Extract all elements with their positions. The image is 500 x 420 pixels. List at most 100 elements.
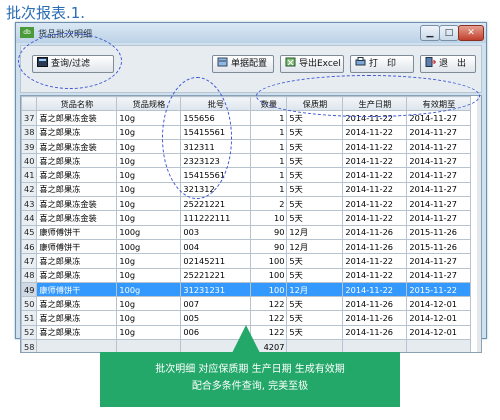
row-number-cell[interactable]: 39 — [21, 138, 38, 155]
table-cell[interactable]: 2014-11-22 — [342, 196, 408, 212]
table-cell[interactable]: 31231231 — [180, 281, 252, 298]
table-cell[interactable]: 5天 — [286, 138, 344, 155]
table-cell[interactable]: 5天 — [286, 167, 344, 183]
table-cell[interactable]: 5天 — [286, 124, 344, 140]
table-cell[interactable]: 1 — [250, 124, 288, 140]
table-cell[interactable]: 喜之郎果冻 — [36, 181, 118, 198]
table-cell[interactable]: 2014-11-22 — [342, 124, 408, 140]
table-cell[interactable]: 康师傅饼干 — [36, 281, 118, 298]
table-cell[interactable]: 100g — [116, 224, 182, 240]
table-cell[interactable]: 5天 — [286, 210, 344, 226]
table-cell[interactable]: 1 — [250, 138, 288, 155]
table-cell[interactable]: 5天 — [286, 310, 344, 326]
table-cell[interactable]: 122 — [250, 296, 288, 312]
table-cell[interactable]: 5天 — [286, 253, 344, 269]
column-header[interactable] — [21, 96, 38, 112]
table-row[interactable]: 43 喜之郎果冻金装 10g 25221221 2 5天 2014-11-22 2014-11… — [21, 196, 472, 212]
table-cell[interactable]: 10 — [250, 210, 288, 226]
table-cell[interactable]: 2014-12-01 — [406, 310, 472, 326]
table-cell[interactable]: 10g — [116, 210, 182, 226]
row-number-cell[interactable]: 51 — [21, 310, 38, 326]
maximize-button[interactable]: □ — [439, 25, 459, 41]
row-number-cell[interactable]: 52 — [21, 324, 38, 341]
column-header[interactable]: 货品名称 — [36, 96, 118, 112]
table-cell[interactable]: 喜之郎果冻 — [36, 310, 118, 326]
table-cell[interactable]: 111222111 — [180, 210, 252, 226]
table-cell[interactable]: 25221221 — [180, 267, 252, 283]
table-row[interactable]: 51 喜之郎果冻 10g 005 122 5天 2014-11-26 2014-12-01 — [21, 310, 472, 326]
table-cell[interactable]: 喜之郎果冻金装 — [36, 196, 118, 212]
table-cell[interactable]: 90 — [250, 224, 288, 240]
table-cell[interactable]: 2014-11-22 — [342, 138, 408, 155]
table-cell[interactable]: 1 — [250, 167, 288, 183]
row-number-cell[interactable]: 40 — [21, 153, 38, 169]
table-cell[interactable]: 2015-11-26 — [406, 224, 472, 240]
table-cell[interactable]: 5天 — [286, 196, 344, 212]
table-cell[interactable]: 2014-11-26 — [342, 238, 408, 255]
row-number-cell[interactable]: 46 — [21, 238, 38, 255]
table-cell[interactable]: 2014-11-26 — [342, 224, 408, 240]
export-excel-button[interactable]: 导出Excel — [280, 55, 344, 73]
table-cell[interactable]: 2015-11-22 — [406, 281, 472, 298]
row-number-cell[interactable]: 43 — [21, 196, 38, 212]
table-cell[interactable]: 5天 — [286, 324, 344, 341]
table-cell[interactable]: 100 — [250, 253, 288, 269]
row-number-cell[interactable]: 47 — [21, 253, 38, 269]
table-cell[interactable]: 2014-11-27 — [406, 210, 472, 226]
table-row[interactable]: 48 喜之郎果冻 10g 25221221 100 5天 2014-11-22 2014-11… — [21, 267, 472, 283]
table-cell[interactable]: 2014-11-27 — [406, 196, 472, 212]
table-cell[interactable]: 007 — [180, 296, 252, 312]
table-cell[interactable]: 2014-11-27 — [406, 153, 472, 169]
table-cell[interactable]: 喜之郎果冻 — [36, 253, 118, 269]
table-cell[interactable]: 喜之郎果冻 — [36, 267, 118, 283]
table-cell[interactable]: 10g — [116, 296, 182, 312]
row-number-cell[interactable]: 37 — [21, 110, 38, 126]
row-number-cell[interactable]: 45 — [21, 224, 38, 240]
table-cell[interactable]: 2014-11-26 — [342, 324, 408, 341]
table-cell[interactable]: 2014-11-22 — [342, 153, 408, 169]
table-row[interactable]: 38 喜之郎果冻 10g 15415561 1 5天 2014-11-22 2014-11-2… — [21, 124, 472, 140]
table-cell[interactable]: 1 — [250, 110, 288, 126]
table-cell[interactable]: 10g — [116, 181, 182, 198]
table-cell[interactable]: 喜之郎果冻 — [36, 153, 118, 169]
table-cell[interactable]: 1 — [250, 153, 288, 169]
table-cell[interactable]: 12月 — [286, 224, 344, 240]
row-number-cell[interactable]: 44 — [21, 210, 38, 226]
config-button[interactable]: 单据配置 — [212, 55, 274, 73]
table-row[interactable]: 50 喜之郎果冻 10g 007 122 5天 2014-11-26 2014-12-01 — [21, 296, 472, 312]
table-cell[interactable]: 10g — [116, 310, 182, 326]
table-row[interactable]: 49 康师傅饼干 100g 31231231 100 12月 2014-11-22 2015-… — [21, 281, 472, 298]
table-cell[interactable]: 12月 — [286, 238, 344, 255]
table-cell[interactable]: 2014-11-22 — [342, 181, 408, 198]
row-number-cell[interactable]: 42 — [21, 181, 38, 198]
table-cell[interactable]: 2014-11-22 — [342, 253, 408, 269]
table-row[interactable]: 39 喜之郎果冻金装 10g 312311 1 5天 2014-11-22 2014-11-2… — [21, 138, 472, 155]
table-cell[interactable]: 25221221 — [180, 196, 252, 212]
table-cell[interactable]: 2014-11-27 — [406, 181, 472, 198]
table-cell[interactable]: 003 — [180, 224, 252, 240]
vertical-scrollbar[interactable] — [477, 96, 481, 352]
table-cell[interactable]: 2014-11-22 — [342, 267, 408, 283]
table-cell[interactable]: 2014-11-27 — [406, 267, 472, 283]
table-row[interactable]: 44 喜之郎果冻金装 10g 111222111 10 5天 2014-11-22 2014-… — [21, 210, 472, 226]
table-row[interactable]: 47 喜之郎果冻 10g 02145211 100 5天 2014-11-22 2014-11… — [21, 253, 472, 269]
table-cell[interactable]: 2014-11-27 — [406, 253, 472, 269]
table-cell[interactable]: 喜之郎果冻金装 — [36, 138, 118, 155]
table-cell[interactable]: 喜之郎果冻 — [36, 324, 118, 341]
table-cell[interactable]: 100g — [116, 238, 182, 255]
table-cell[interactable]: 2014-11-26 — [342, 296, 408, 312]
table-row[interactable]: 45 康师傅饼干 100g 003 90 12月 2014-11-26 2015-11-26 — [21, 224, 472, 240]
table-cell[interactable]: 2014-12-01 — [406, 324, 472, 341]
table-cell[interactable]: 100 — [250, 281, 288, 298]
table-cell[interactable]: 喜之郎果冻 — [36, 167, 118, 183]
table-cell[interactable]: 5天 — [286, 267, 344, 283]
table-cell[interactable]: 10g — [116, 196, 182, 212]
table-cell[interactable]: 2 — [250, 196, 288, 212]
table-cell[interactable]: 5天 — [286, 153, 344, 169]
table-cell[interactable]: 2014-11-26 — [342, 310, 408, 326]
table-row[interactable]: 42 喜之郎果冻 10g 321312 1 5天 2014-11-22 2014-11-27 — [21, 181, 472, 198]
table-cell[interactable]: 100 — [250, 267, 288, 283]
row-number-cell[interactable]: 48 — [21, 267, 38, 283]
table-cell[interactable]: 12月 — [286, 281, 344, 298]
table-cell[interactable]: 2014-11-27 — [406, 167, 472, 183]
